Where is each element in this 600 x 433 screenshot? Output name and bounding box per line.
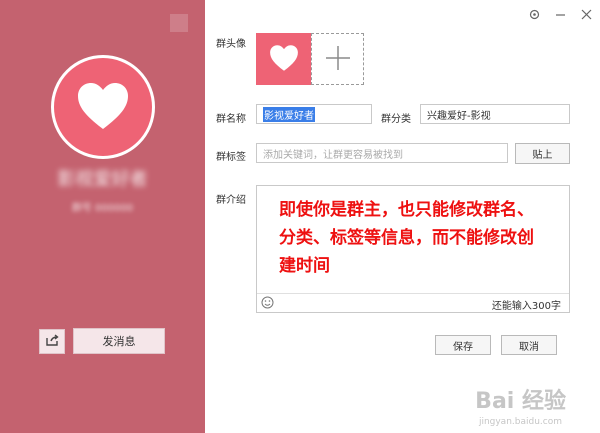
share-button[interactable] — [39, 329, 65, 354]
watermark-url: jingyan.baidu.com — [478, 417, 562, 427]
heart-icon — [269, 44, 299, 75]
group-name-input[interactable]: 影视爱好者 — [256, 104, 372, 124]
name-label: 群名称 — [216, 114, 246, 125]
skin-icon[interactable] — [528, 8, 540, 20]
profile-panel: 影视爱好者 群号 000000 发消息 — [0, 0, 205, 433]
save-button[interactable]: 保存 — [435, 335, 491, 355]
cancel-button[interactable]: 取消 — [501, 335, 557, 355]
avatar-label: 群头像 — [216, 39, 246, 50]
baidu-watermark: Bai 经验 — [475, 389, 566, 414]
intro-textarea[interactable]: 即使你是群主，也只能修改群名、分类、标签等信息，而不能修改创建时间 还能输入30… — [256, 185, 570, 313]
tags-label: 群标签 — [216, 152, 246, 163]
add-avatar-button[interactable] — [311, 33, 364, 85]
titlebar-controls — [528, 8, 592, 20]
category-select[interactable]: 兴趣爱好-影视 — [420, 104, 570, 124]
intro-text: 即使你是群主，也只能修改群名、分类、标签等信息，而不能修改创建时间 — [279, 200, 534, 276]
send-message-button[interactable]: 发消息 — [73, 328, 165, 354]
paste-button[interactable]: 贴上 — [515, 143, 570, 164]
intro-footer: 还能输入300字 — [257, 293, 569, 312]
category-label: 群分类 — [381, 114, 411, 125]
intro-label: 群介绍 — [216, 195, 246, 206]
emoji-icon[interactable] — [261, 296, 274, 309]
share-icon — [45, 333, 59, 350]
close-icon[interactable] — [580, 8, 592, 20]
group-avatar[interactable] — [51, 55, 155, 159]
tags-input[interactable]: 添加关键词，让群更容易被找到 — [256, 143, 508, 163]
group-name-value: 影视爱好者 — [263, 106, 315, 122]
heart-icon — [76, 81, 130, 134]
panel-decoration — [170, 14, 188, 32]
minimize-icon[interactable] — [554, 8, 566, 20]
group-name-blurred: 影视爱好者 — [57, 169, 148, 190]
group-id-blurred: 群号 000000 — [71, 203, 134, 214]
char-counter: 还能输入300字 — [491, 301, 561, 312]
avatar-thumbnail[interactable] — [256, 33, 311, 85]
plus-icon — [323, 43, 353, 76]
